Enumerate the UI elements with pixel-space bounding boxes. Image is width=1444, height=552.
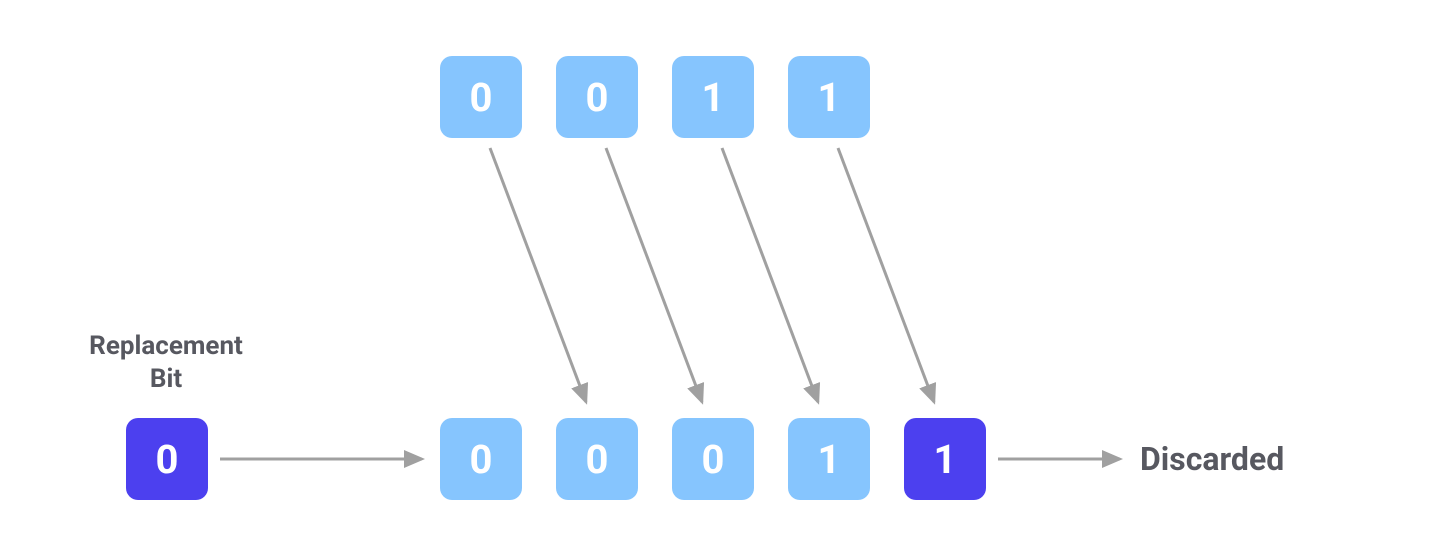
- top-bit-value: 1: [818, 74, 841, 121]
- bottom-bit-0: 0: [440, 418, 522, 500]
- replacement-bit-value: 0: [156, 436, 179, 483]
- top-bit-1: 0: [556, 56, 638, 138]
- bottom-bit-1: 0: [556, 418, 638, 500]
- replacement-bit-box: 0: [126, 418, 208, 500]
- bottom-bit-3: 1: [788, 418, 870, 500]
- top-bit-value: 0: [470, 74, 493, 121]
- top-bit-2: 1: [672, 56, 754, 138]
- bottom-bit-value: 0: [702, 436, 725, 483]
- top-bit-value: 1: [702, 74, 725, 121]
- arrow-shift-0: [490, 148, 586, 402]
- top-bit-3: 1: [788, 56, 870, 138]
- bottom-bit-2: 0: [672, 418, 754, 500]
- bottom-bit-value: 1: [818, 436, 841, 483]
- top-bit-value: 0: [586, 74, 609, 121]
- arrow-shift-1: [606, 148, 702, 402]
- arrow-shift-3: [838, 148, 934, 402]
- top-bit-0: 0: [440, 56, 522, 138]
- label-replacement-bit: Replacement Bit: [56, 330, 276, 395]
- arrow-shift-2: [722, 148, 818, 402]
- bottom-bit-value: 0: [470, 436, 493, 483]
- bottom-bit-discarded: 1: [904, 418, 986, 500]
- label-discarded: Discarded: [1140, 440, 1284, 478]
- bottom-bit-value: 0: [586, 436, 609, 483]
- bottom-bit-value: 1: [934, 436, 957, 483]
